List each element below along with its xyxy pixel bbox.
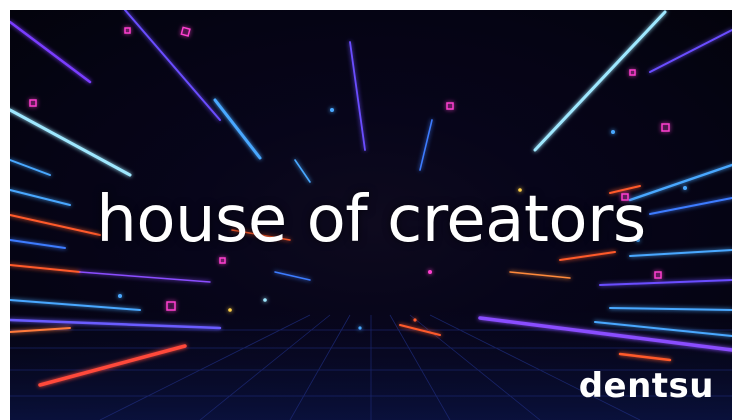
particles: [29, 26, 670, 311]
headline: house of creators: [96, 183, 646, 257]
dentsu-logo: dentsu: [578, 366, 714, 406]
banner: house of creators dentsu: [10, 10, 732, 420]
